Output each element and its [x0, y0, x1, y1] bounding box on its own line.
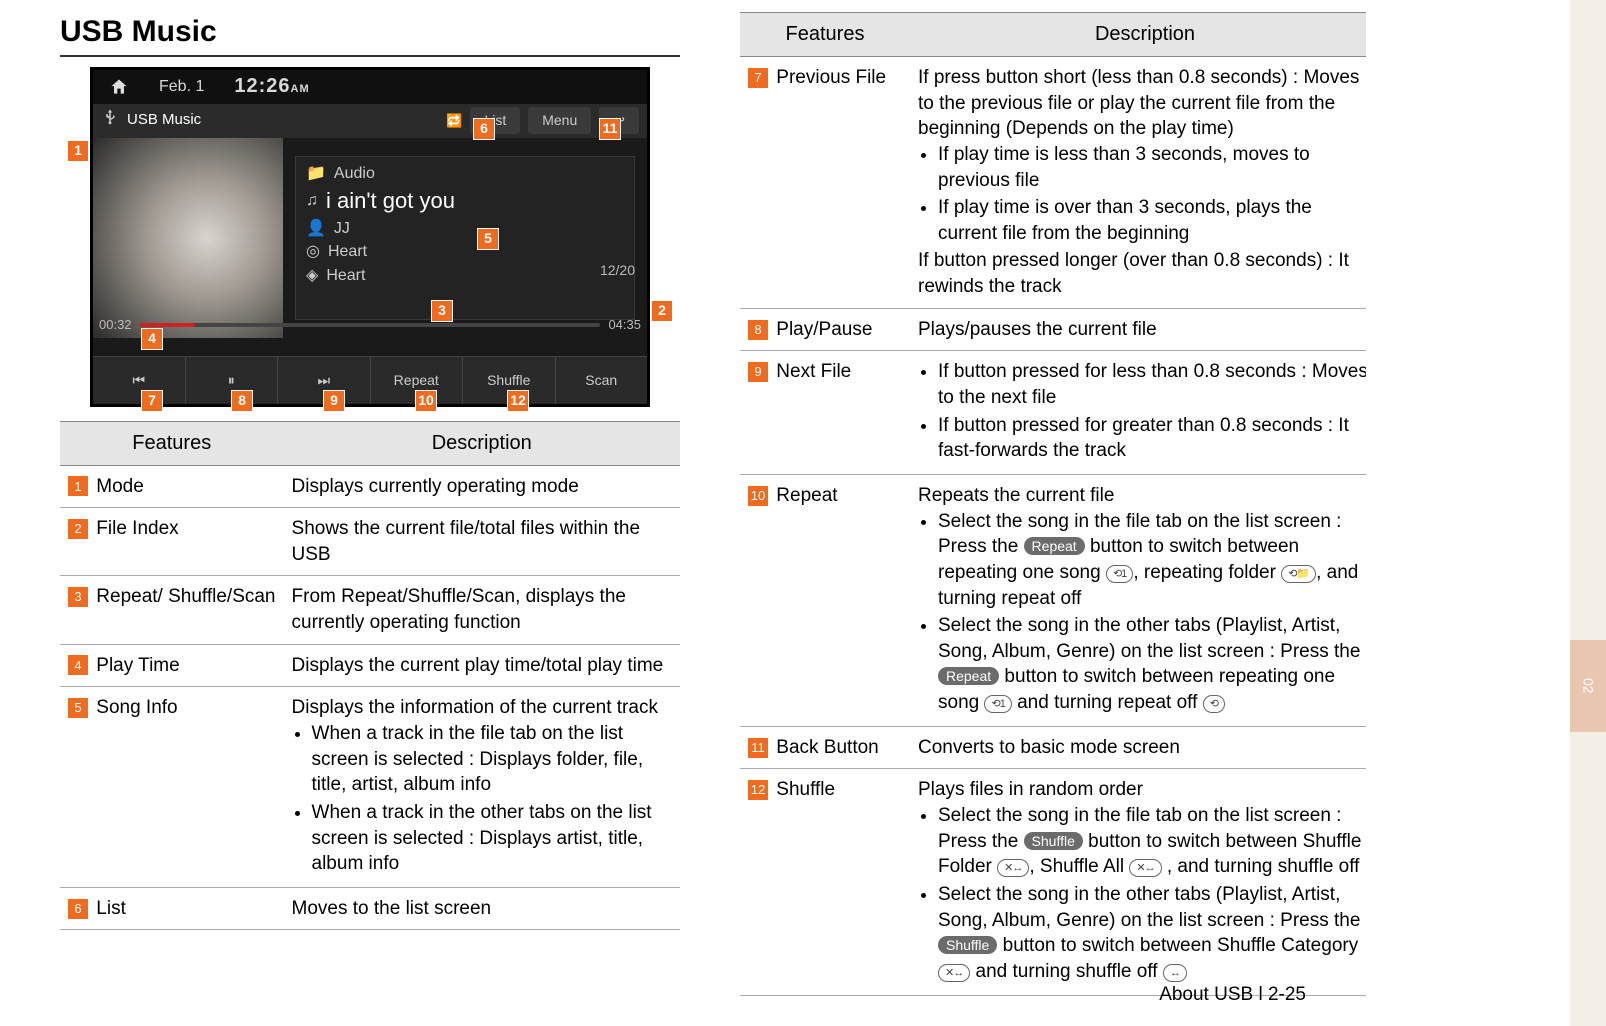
scan-button[interactable]: Scan: [556, 357, 648, 404]
callout-3: 3: [431, 300, 453, 322]
table-row: 10 Repeat Repeats the current file Selec…: [740, 474, 1380, 726]
table-row: 5 Song Info Displays the information of …: [60, 687, 680, 887]
info-folder: Audio: [334, 163, 375, 185]
callout-6: 6: [473, 118, 495, 140]
repeat-button-label: Repeat: [1024, 537, 1085, 555]
time-elapsed: 00:32: [99, 316, 132, 334]
table-row: 6 ListMoves to the list screen: [60, 887, 680, 930]
note-icon: ♫: [306, 190, 318, 212]
file-index: 12/20: [600, 261, 635, 280]
repeat-one-icon: ⟲1: [984, 695, 1011, 713]
table-row: 8 Play/PausePlays/pauses the current fil…: [740, 308, 1380, 351]
shuffle-off-icon: ↔: [1163, 964, 1187, 982]
shuffle-category-icon: ✕↔: [938, 964, 970, 982]
callout-4: 4: [141, 328, 163, 350]
callout-2: 2: [651, 300, 673, 322]
home-icon[interactable]: [109, 77, 129, 97]
page-footer: About USB l 2-25: [1159, 982, 1306, 1008]
table-row: 12 Shuffle Plays files in random order S…: [740, 769, 1380, 995]
active-chapter-tab[interactable]: 02: [1570, 640, 1606, 732]
repeat-one-icon: ⟲1: [1106, 565, 1133, 583]
table-row: 3 Repeat/ Shuffle/ScanFrom Repeat/Shuffl…: [60, 576, 680, 644]
album-art: [93, 138, 283, 338]
table-row: 9 Next File If button pressed for less t…: [740, 351, 1380, 475]
mode-label: USB Music: [127, 110, 438, 130]
callout-7: 7: [141, 390, 163, 412]
shuffle-folder-icon: ✕↔: [997, 859, 1029, 877]
menu-button[interactable]: Menu: [528, 107, 591, 134]
usb-icon: [101, 108, 119, 132]
features-table-left: Features Description 1 ModeDisplays curr…: [60, 421, 680, 931]
repeat-button-label: Repeat: [938, 667, 999, 685]
shuffle-button-label: Shuffle: [1024, 832, 1083, 850]
table-row: 7 Previous File If press button short (l…: [740, 57, 1380, 309]
shuffle-all-icon: ✕↔: [1129, 859, 1161, 877]
folder-icon: 📁: [306, 163, 326, 185]
progress-bar[interactable]: [140, 323, 601, 327]
table-row: 2 File IndexShows the current file/total…: [60, 508, 680, 576]
repeat-folder-icon: ⟲📁: [1281, 565, 1316, 583]
callout-11: 11: [599, 118, 621, 140]
prev-button[interactable]: ⏮: [93, 357, 186, 404]
callout-12: 12: [507, 390, 529, 412]
features-table-right: Features Description 7 Previous File If …: [740, 12, 1380, 996]
song-info-box: 📁 Audio ♫ i ain't got you 👤 JJ ◎ Heart ◈ Hear…: [295, 156, 635, 320]
callout-9: 9: [323, 390, 345, 412]
section-title: USB Music: [60, 12, 680, 57]
album-icon: ◎: [306, 241, 320, 263]
table-row: 4 Play TimeDisplays the current play tim…: [60, 644, 680, 687]
table-row: 1 ModeDisplays currently operating mode: [60, 465, 680, 508]
callout-5: 5: [477, 228, 499, 250]
callout-8: 8: [231, 390, 253, 412]
mode-indicator-icon: 🔁: [446, 112, 462, 130]
table-row: 11 Back ButtonConverts to basic mode scr…: [740, 726, 1380, 769]
status-clock: 12:26AM: [234, 73, 309, 100]
info-title: i ain't got you: [326, 186, 455, 216]
artist-icon: 👤: [306, 218, 326, 240]
col-features: Features: [60, 421, 284, 465]
genre-icon: ◈: [306, 265, 318, 287]
time-total: 04:35: [608, 316, 641, 334]
device-screenshot: Feb. 1 12:26AM USB Music 🔁 List Menu ↩ 📁…: [90, 67, 650, 407]
callout-1: 1: [67, 140, 89, 162]
shuffle-button-label: Shuffle: [938, 936, 997, 954]
chapter-tabs: 02: [1366, 0, 1606, 1026]
status-date: Feb. 1: [159, 76, 204, 98]
col-description: Description: [910, 13, 1380, 57]
col-features: Features: [740, 13, 910, 57]
repeat-off-icon: ⟲: [1203, 695, 1225, 713]
info-artist: JJ: [334, 218, 350, 240]
info-album: Heart: [328, 241, 367, 263]
col-description: Description: [284, 421, 680, 465]
callout-10: 10: [415, 390, 437, 412]
info-genre: Heart: [326, 265, 365, 287]
